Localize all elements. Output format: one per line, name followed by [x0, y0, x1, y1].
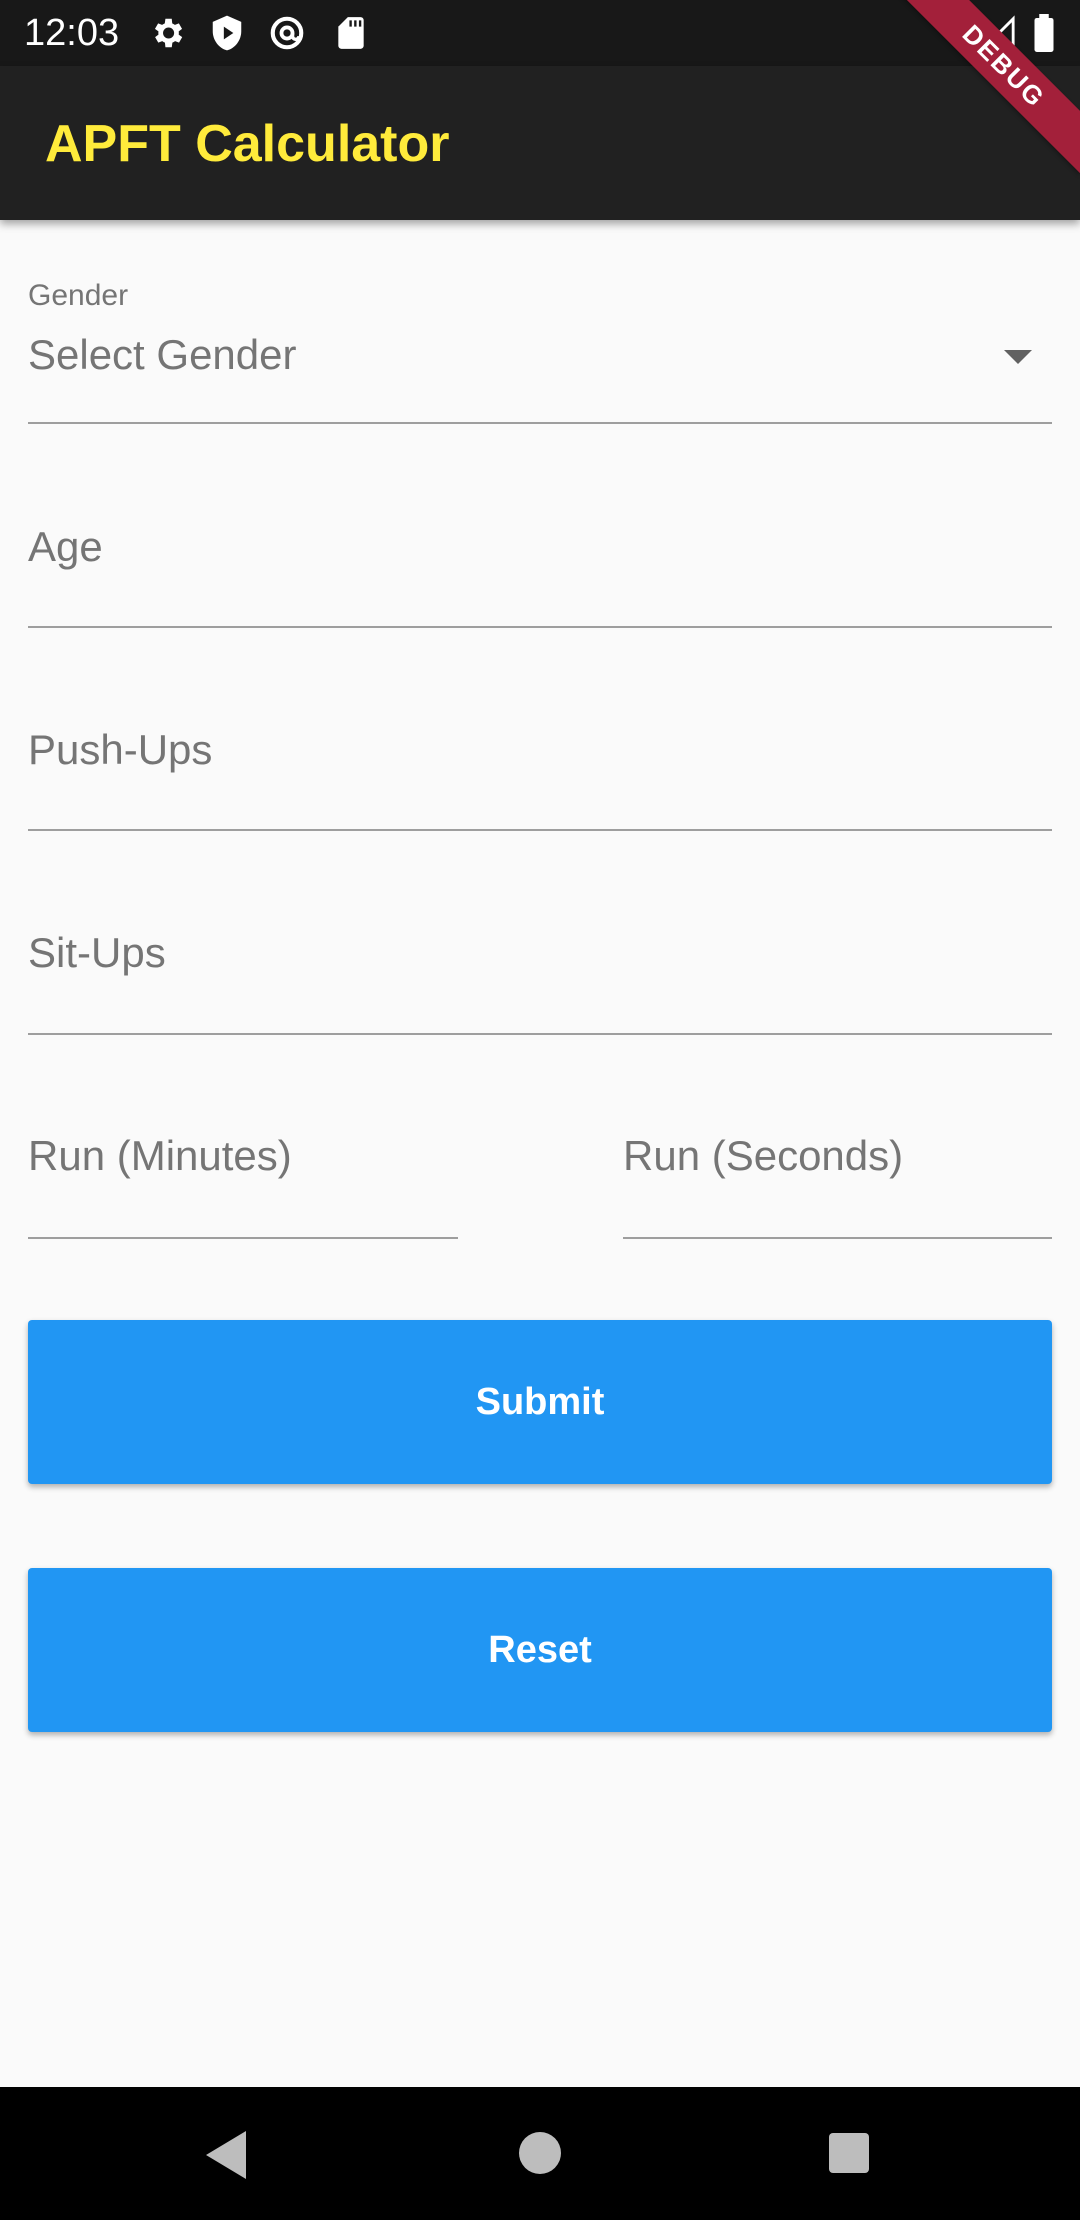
run-seconds-placeholder: Run (Seconds): [623, 1132, 904, 1179]
home-icon[interactable]: [519, 2132, 561, 2174]
app-title: APFT Calculator: [45, 115, 450, 173]
sd-card-icon: [338, 17, 364, 49]
dropdown-arrow-icon: [1004, 350, 1032, 364]
run-seconds-input[interactable]: Run (Seconds): [623, 1131, 1052, 1239]
back-icon[interactable]: [206, 2131, 246, 2179]
situps-input[interactable]: Sit-Ups: [28, 928, 1052, 1035]
nav-bar: [0, 2087, 1080, 2220]
pushups-placeholder: Push-Ups: [28, 726, 213, 773]
at-sign-icon: [270, 16, 304, 50]
shield-play-icon: [212, 15, 242, 51]
run-minutes-input[interactable]: Run (Minutes): [28, 1131, 458, 1239]
run-minutes-placeholder: Run (Minutes): [28, 1132, 292, 1179]
situps-placeholder: Sit-Ups: [28, 929, 166, 976]
app-bar: APFT Calculator: [0, 66, 1080, 220]
battery-icon: [1034, 14, 1054, 52]
reset-button[interactable]: Reset: [28, 1568, 1052, 1732]
gender-value: Select Gender: [28, 331, 297, 378]
settings-icon: [154, 18, 183, 48]
gender-label: Gender: [28, 279, 129, 312]
age-input[interactable]: Age: [28, 522, 1052, 628]
recents-icon[interactable]: [829, 2133, 869, 2173]
screen: 12:03 DEBUG APFT Calculator Gender Selec…: [0, 0, 1080, 2220]
status-time: 12:03: [24, 12, 120, 54]
age-placeholder: Age: [28, 523, 103, 570]
submit-button[interactable]: Submit: [28, 1320, 1052, 1484]
pushups-input[interactable]: Push-Ups: [28, 725, 1052, 831]
gender-dropdown[interactable]: Gender Select Gender: [28, 278, 1052, 424]
